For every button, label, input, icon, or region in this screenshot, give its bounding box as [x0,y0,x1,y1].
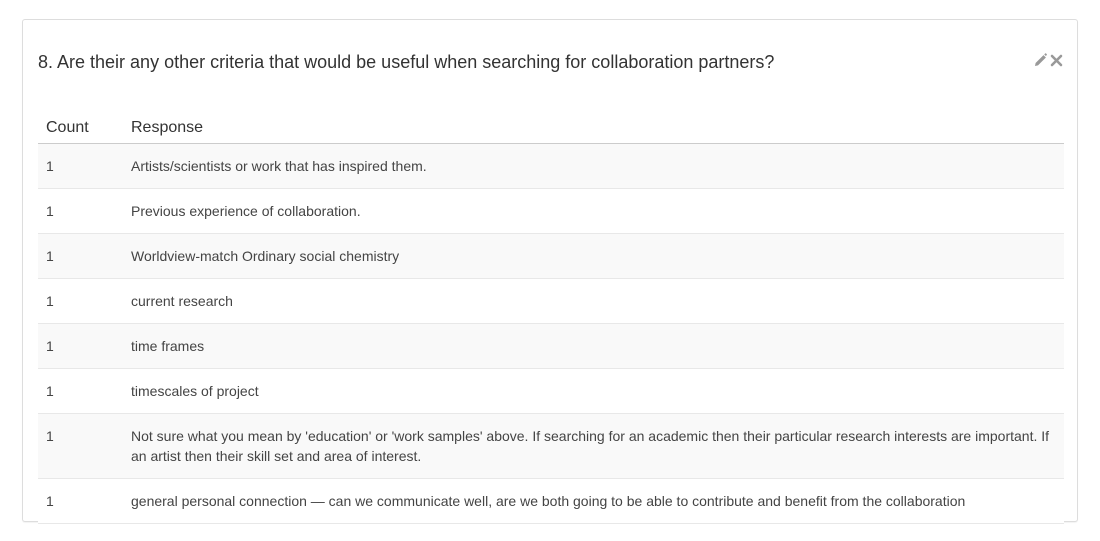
table-row: 1 timescales of project [38,368,1064,414]
table-row: 1 current research [38,278,1064,324]
response-count: 1 [38,188,123,234]
response-text: general personal connection — can we com… [123,478,1064,524]
table-row: 1 time frames [38,323,1064,369]
response-text: Worldview-match Ordinary social chemistr… [123,233,1064,279]
response-count: 1 [38,233,123,279]
response-header: Response [123,112,1064,144]
response-count: 1 [38,368,123,414]
table-row: 1 Artists/scientists or work that has ins… [38,143,1064,189]
response-count: 1 [38,278,123,324]
count-header: Count [38,112,123,144]
table-row: 1 Worldview-match Ordinary social chemist… [38,233,1064,279]
response-count: 1 [38,143,123,189]
question-panel: 8. Are their any other criteria that wou… [22,19,1078,524]
response-count: 1 [38,323,123,369]
table-row: 1 Previous experience of collaboration. [38,188,1064,234]
table-row: 1 Not sure what you mean by 'education' o… [38,413,1064,479]
panel-actions [1034,53,1063,67]
responses-table: Count Response 1 Artists/scientists or wo… [38,112,1064,524]
response-text: current research [123,278,1064,324]
question-title: 8. Are their any other criteria that wou… [38,52,775,72]
table-row: 1 general personal connection — can we co… [38,478,1064,524]
response-count: 1 [38,478,123,524]
response-text: timescales of project [123,368,1064,414]
close-icon[interactable] [1050,53,1063,67]
response-text: time frames [123,323,1064,369]
pencil-icon[interactable] [1034,53,1047,67]
table-header-row: Count Response [38,112,1064,144]
response-text: Artists/scientists or work that has insp… [123,143,1064,189]
response-count: 1 [38,413,123,479]
response-text: Previous experience of collaboration. [123,188,1064,234]
response-text: Not sure what you mean by 'education' or… [123,413,1064,479]
table-body: 1 Artists/scientists or work that has ins… [38,143,1064,524]
